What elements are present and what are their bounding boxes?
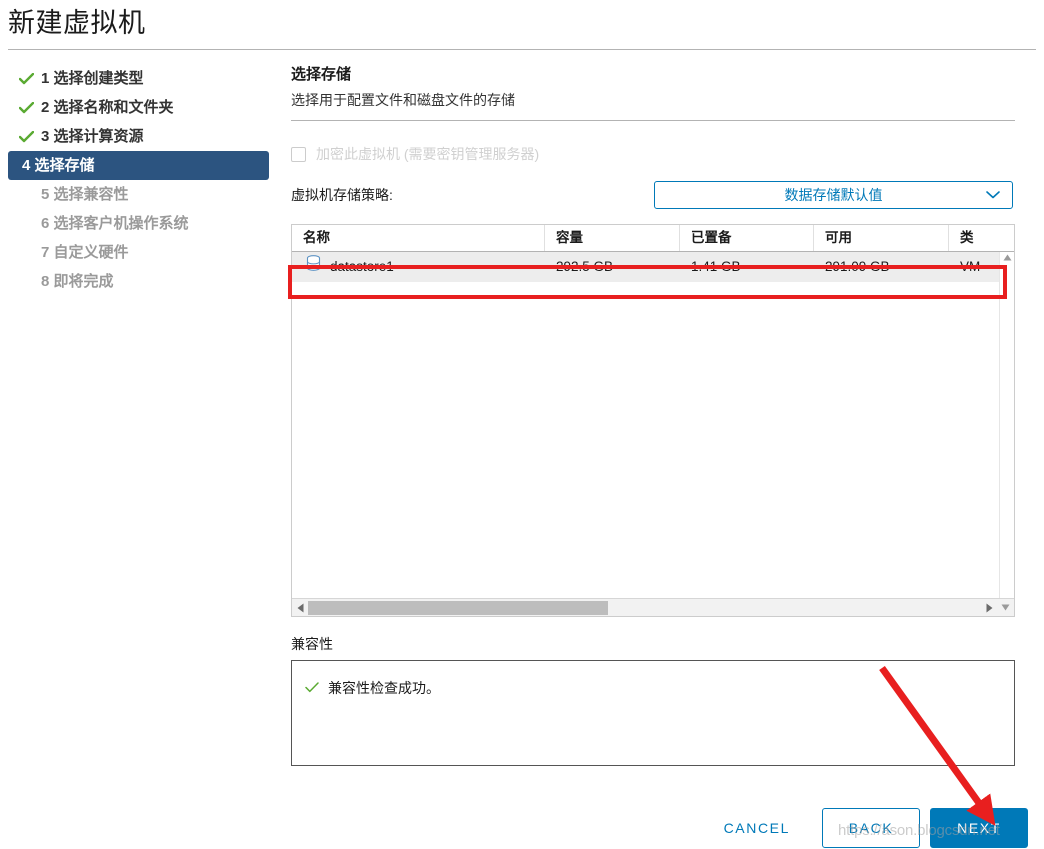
storage-policy-select[interactable]: 数据存储默认值 <box>654 181 1013 209</box>
back-button[interactable]: BACK <box>822 807 920 848</box>
compatibility-message-text: 兼容性检查成功。 <box>328 680 440 696</box>
next-button[interactable]: NEXT <box>930 807 1028 848</box>
sidebar-step-8[interactable]: 8 即将完成 <box>8 267 276 296</box>
storage-policy-selected-value: 数据存储默认值 <box>784 187 883 203</box>
datastore-table: 名称 容量 已置备 可用 类 datastore1 292.5 GB 1.41 … <box>291 224 1015 617</box>
sidebar-step-label: 8 即将完成 <box>41 273 114 290</box>
column-header-free[interactable]: 可用 <box>814 225 949 251</box>
column-header-provisioned[interactable]: 已置备 <box>680 225 814 251</box>
datastore-capacity-cell: 292.5 GB <box>556 259 614 274</box>
datastore-table-header: 名称 容量 已置备 可用 类 <box>292 225 1014 252</box>
sidebar-step-7[interactable]: 7 自定义硬件 <box>8 238 276 267</box>
scroll-up-icon[interactable] <box>1000 254 1014 261</box>
sidebar-step-1[interactable]: 1 选择创建类型 <box>8 64 276 93</box>
horizontal-scroll-thumb[interactable] <box>308 600 608 615</box>
pane-title: 选择存储 <box>291 66 352 83</box>
chevron-down-icon <box>986 191 1000 200</box>
horizontal-scroll-track[interactable] <box>308 599 981 617</box>
sidebar-step-label: 2 选择名称和文件夹 <box>41 99 174 116</box>
wizard-step-nav: 1 选择创建类型 2 选择名称和文件夹 3 选择计算资源 4 选择存储 5 选择… <box>8 64 276 296</box>
cancel-button[interactable]: CANCEL <box>706 810 808 846</box>
sidebar-step-6[interactable]: 6 选择客户机操作系统 <box>8 209 276 238</box>
sidebar-step-label: 6 选择客户机操作系统 <box>41 215 189 232</box>
check-icon <box>18 122 34 151</box>
compatibility-label: 兼容性 <box>291 636 333 652</box>
datastore-name-text: datastore1 <box>330 259 394 274</box>
pane-divider <box>291 120 1015 121</box>
sidebar-step-label: 1 选择创建类型 <box>41 70 144 87</box>
datastore-table-body: datastore1 292.5 GB 1.41 GB 291.09 GB VM <box>292 252 1014 282</box>
compatibility-message-row: 兼容性检查成功。 <box>305 678 440 698</box>
datastore-icon <box>306 252 321 282</box>
encrypt-vm-checkbox[interactable] <box>291 146 306 162</box>
datastore-provisioned-cell: 1.41 GB <box>691 259 741 274</box>
encrypt-vm-label: 加密此虚拟机 (需要密钥管理服务器) <box>316 146 540 162</box>
storage-policy-row: 虚拟机存储策略: 数据存储默认值 <box>291 181 1036 211</box>
compatibility-panel: 兼容性检查成功。 <box>291 660 1015 766</box>
datastore-free-cell: 291.09 GB <box>825 259 890 274</box>
content-pane: 选择存储 选择用于配置文件和磁盘文件的存储 加密此虚拟机 (需要密钥管理服务器)… <box>291 64 1036 766</box>
check-icon <box>18 93 34 122</box>
encrypt-vm-row[interactable]: 加密此虚拟机 (需要密钥管理服务器) <box>291 143 1036 165</box>
column-header-type[interactable]: 类 <box>949 225 1014 251</box>
sidebar-step-3[interactable]: 3 选择计算资源 <box>8 122 276 151</box>
wizard-footer: CANCEL BACK NEXT <box>0 806 1036 849</box>
check-icon <box>18 64 34 93</box>
title-divider <box>8 49 1036 50</box>
sidebar-step-5[interactable]: 5 选择兼容性 <box>8 180 276 209</box>
table-row[interactable]: datastore1 292.5 GB 1.41 GB 291.09 GB VM <box>292 252 1014 282</box>
sidebar-step-label: 4 选择存储 <box>22 157 95 174</box>
sidebar-step-label: 5 选择兼容性 <box>41 186 129 203</box>
table-horizontal-scrollbar[interactable] <box>292 598 1014 616</box>
column-header-capacity[interactable]: 容量 <box>545 225 680 251</box>
check-icon <box>305 680 319 696</box>
page-title: 新建虚拟机 <box>8 8 146 38</box>
storage-policy-label: 虚拟机存储策略: <box>291 187 393 203</box>
column-header-name[interactable]: 名称 <box>292 225 545 251</box>
scroll-left-icon[interactable] <box>292 603 308 613</box>
sidebar-step-label: 3 选择计算资源 <box>41 128 144 145</box>
table-vertical-scrollbar[interactable] <box>999 252 1014 598</box>
scroll-down-icon[interactable] <box>997 604 1014 611</box>
pane-subtitle: 选择用于配置文件和磁盘文件的存储 <box>291 92 515 108</box>
sidebar-step-label: 7 自定义硬件 <box>41 244 129 261</box>
scroll-right-icon[interactable] <box>981 603 997 613</box>
sidebar-step-4-select-storage[interactable]: 4 选择存储 <box>8 151 269 180</box>
datastore-name-cell: datastore1 <box>292 252 545 282</box>
sidebar-step-2[interactable]: 2 选择名称和文件夹 <box>8 93 276 122</box>
